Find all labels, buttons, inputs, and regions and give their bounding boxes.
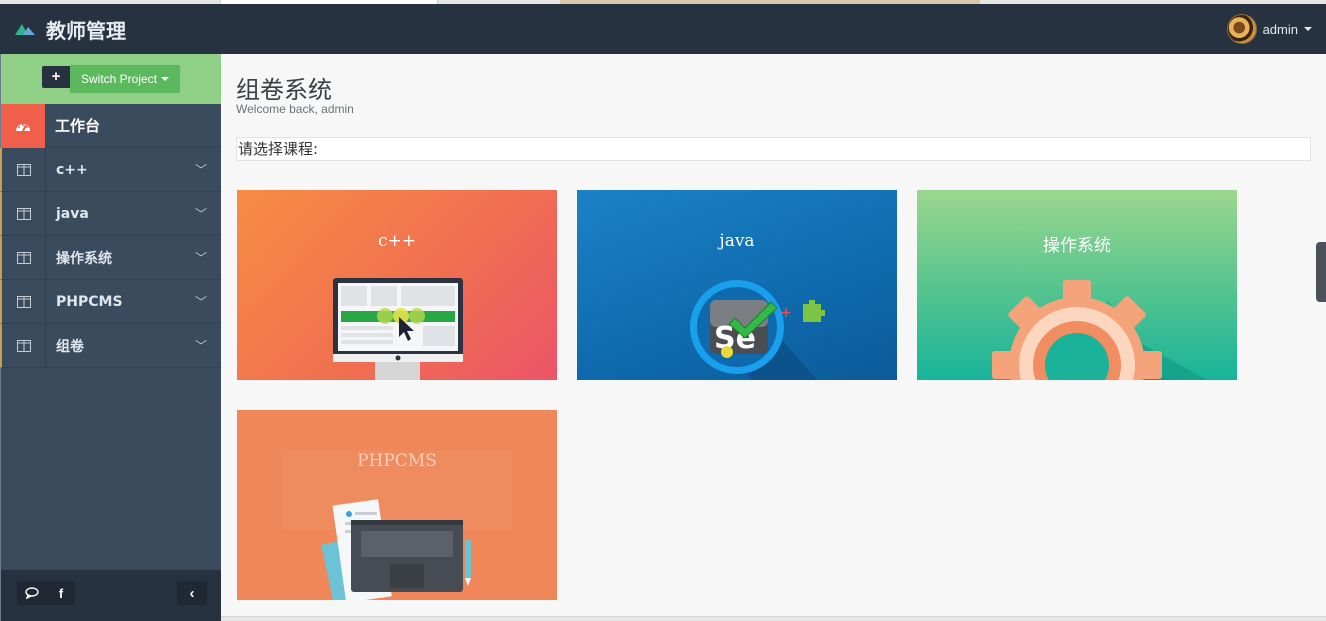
columns-icon: [2, 191, 46, 236]
sidebar-item-label: java: [56, 205, 89, 222]
course-card-os[interactable]: 操作系统: [917, 190, 1237, 380]
brand[interactable]: 教师管理: [14, 4, 126, 54]
monitor-icon: [333, 278, 463, 380]
chat-button[interactable]: [17, 581, 47, 605]
top-navbar: 教师管理 admin: [0, 4, 1326, 54]
chevron-down-icon: ﹀: [194, 295, 207, 309]
chevron-down-icon: ﹀: [194, 339, 207, 353]
chevron-left-icon: ‹: [189, 584, 195, 602]
laptop-icon: [282, 450, 512, 600]
sidebar-item-os[interactable]: 操作系统 ﹀: [0, 235, 221, 280]
chevron-down-icon: [1304, 27, 1312, 31]
course-card-cpp[interactable]: c++: [237, 190, 557, 380]
bottom-divider: [221, 616, 1326, 621]
sidebar-footer: f ‹: [1, 570, 221, 621]
chat-icon: [25, 587, 39, 599]
switch-project-button[interactable]: Switch Project: [69, 65, 181, 93]
main-content: 组卷系统 Welcome back, admin 请选择课程: c++ java: [221, 54, 1326, 617]
columns-icon: [2, 279, 46, 324]
columns-icon: [2, 147, 46, 192]
collapse-sidebar-button[interactable]: ‹: [177, 581, 207, 605]
columns-icon: [2, 235, 46, 280]
app-title: 教师管理: [46, 18, 126, 43]
sidebar-item-label: 工作台: [55, 117, 101, 135]
sidebar-item-label: PHPCMS: [56, 293, 123, 310]
side-widget-handle[interactable]: [1316, 242, 1326, 302]
course-select-label: 请选择课程:: [236, 137, 1311, 161]
logo-icon: [15, 24, 35, 35]
chevron-down-icon: ﹀: [194, 251, 207, 265]
selenium-icon: Se +: [690, 280, 825, 380]
sidebar-item-dashboard[interactable]: 工作台: [1, 103, 221, 148]
chevron-down-icon: ﹀: [194, 163, 207, 177]
avatar[interactable]: [1226, 14, 1257, 44]
sidebar-item-java[interactable]: java ﹀: [0, 191, 221, 236]
project-bar: + Switch Project: [1, 54, 221, 104]
user-name: admin: [1262, 21, 1298, 37]
svg-text:+: +: [780, 305, 792, 321]
plus-icon: +: [51, 68, 61, 85]
sidebar-item-paper[interactable]: 组卷 ﹀: [0, 323, 221, 368]
course-card-java[interactable]: java Se +: [577, 190, 897, 380]
facebook-button[interactable]: f: [47, 581, 75, 605]
chevron-down-icon: ﹀: [194, 207, 207, 221]
user-menu[interactable]: admin: [1226, 4, 1312, 54]
chevron-down-icon: [161, 77, 170, 81]
sidebar-item-label: 操作系统: [56, 250, 112, 267]
course-card-phpcms[interactable]: PHPCMS: [237, 410, 557, 600]
add-project-button[interactable]: +: [41, 65, 70, 88]
sidebar: + Switch Project 工作台 c++ ﹀ java ﹀ 操作系统 ﹀: [0, 54, 221, 621]
page-title: 组卷系统: [236, 76, 332, 104]
sidebar-item-cpp[interactable]: c++ ﹀: [0, 147, 221, 192]
columns-icon: [2, 323, 46, 368]
facebook-icon: f: [58, 585, 64, 601]
sidebar-item-label: c++: [56, 161, 88, 178]
dashboard-icon: [1, 103, 45, 148]
switch-project-label: Switch Project: [80, 72, 158, 86]
sidebar-item-phpcms[interactable]: PHPCMS ﹀: [0, 279, 221, 324]
sidebar-item-label: 组卷: [56, 338, 84, 355]
gear-icon: [992, 280, 1207, 380]
page-subtitle: Welcome back, admin: [236, 102, 354, 116]
